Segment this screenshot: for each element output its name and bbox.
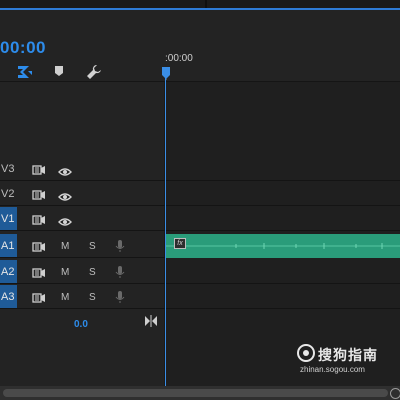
track-row-v3: V3 [0, 157, 400, 181]
sync-lock-icon[interactable] [32, 213, 46, 231]
panel-separator [205, 0, 207, 8]
track-separator [0, 205, 400, 206]
track-row-a2: A2 M S [0, 260, 400, 284]
track-label-v2[interactable]: V2 [0, 182, 17, 206]
solo-button[interactable]: S [89, 241, 96, 252]
horizontal-scrollbar[interactable] [0, 386, 400, 400]
sync-lock-icon[interactable] [32, 266, 46, 284]
time-ruler[interactable]: :00:00 [165, 50, 400, 80]
window-top-bar [0, 0, 400, 8]
solo-button[interactable]: S [89, 292, 96, 303]
microphone-icon[interactable] [115, 239, 125, 258]
sync-lock-icon[interactable] [32, 240, 46, 258]
mute-button[interactable]: M [61, 241, 69, 252]
active-panel-highlight [0, 8, 400, 10]
solo-button[interactable]: S [89, 267, 96, 278]
sync-lock-icon[interactable] [32, 291, 46, 309]
track-label-a1[interactable]: A1 [0, 234, 17, 258]
track-row-v1: V1 [0, 207, 400, 231]
waveform [166, 243, 400, 249]
track-label-v3[interactable]: V3 [0, 157, 17, 181]
track-separator [0, 180, 400, 181]
mute-button[interactable]: M [61, 292, 69, 303]
microphone-icon[interactable] [115, 265, 125, 284]
watermark-url: zhinan.sogou.com [300, 365, 365, 374]
track-label-a2[interactable]: A2 [0, 260, 17, 284]
track-row-a3: A3 M S [0, 285, 400, 309]
ruler-ticks [165, 70, 167, 80]
fx-badge-icon[interactable]: fx [174, 238, 186, 249]
scrollbar-end-handle[interactable] [390, 388, 400, 399]
sogou-logo-icon [297, 344, 315, 362]
track-separator [0, 308, 400, 309]
track-label-v1[interactable]: V1 [0, 207, 17, 231]
scrollbar-thumb[interactable] [3, 389, 388, 397]
sync-lock-icon[interactable] [32, 188, 46, 206]
playhead-line[interactable] [165, 78, 166, 386]
master-volume-value[interactable]: 0.0 [74, 319, 88, 330]
mute-button[interactable]: M [61, 267, 69, 278]
track-row-v2: V2 [0, 182, 400, 206]
microphone-icon[interactable] [115, 290, 125, 309]
ruler-time-label: :00:00 [165, 53, 193, 64]
watermark-title: 搜狗指南 [318, 347, 378, 363]
sync-lock-icon[interactable] [32, 163, 46, 181]
track-separator [0, 283, 400, 284]
audio-clip[interactable] [166, 234, 400, 258]
expand-collapse-icon[interactable] [144, 314, 158, 332]
playhead-timecode[interactable]: 00:00 [0, 38, 46, 58]
playhead-handle-icon[interactable] [162, 66, 170, 84]
track-label-a3[interactable]: A3 [0, 285, 17, 309]
track-separator [0, 230, 400, 231]
